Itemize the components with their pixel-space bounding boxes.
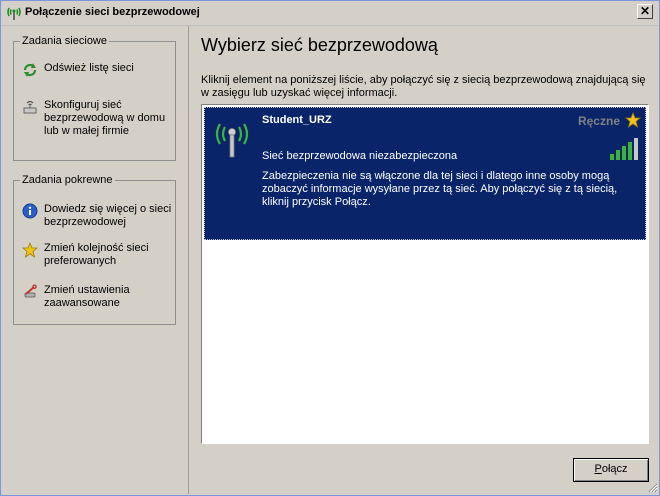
signal-bar: [616, 150, 620, 160]
signal-bar: [622, 146, 626, 160]
preferred-network-star-icon: [625, 112, 641, 128]
learn-about-wireless-link[interactable]: Dowiedz się więcej o sieci bezprzewodowe…: [22, 203, 172, 229]
signal-bar: [628, 142, 632, 160]
network-description: Zabezpieczenia nie są włączone dla tej s…: [262, 170, 618, 208]
change-preferred-order-label: Zmień kolejność sieci preferowanych: [44, 242, 149, 267]
related-tasks-group: Zadania pokrewne Dowiedz się więcej o si…: [13, 174, 176, 325]
signal-strength-icon: [610, 138, 638, 160]
change-advanced-settings-label: Zmień ustawienia zaawansowane: [44, 284, 130, 309]
signal-bar: [634, 138, 638, 160]
window-title: Połączenie sieci bezprzewodowej: [25, 6, 200, 18]
main-content: Wybierz sieć bezprzewodową Kliknij eleme…: [189, 26, 659, 494]
network-tasks-group: Zadania sieciowe Odśwież listę sieci Sko…: [13, 35, 176, 161]
connect-button[interactable]: Połącz: [573, 458, 649, 482]
connect-button-label: ołącz: [601, 463, 628, 475]
signal-bar: [610, 154, 614, 160]
change-preferred-order-link[interactable]: Zmień kolejność sieci preferowanych: [22, 242, 172, 268]
connect-button-accel: P: [594, 463, 602, 475]
related-tasks-title: Zadania pokrewne: [20, 174, 115, 186]
resize-grip-icon[interactable]: [646, 481, 658, 493]
wireless-setup-icon: [23, 100, 37, 114]
setup-wireless-network-link[interactable]: Skonfiguruj sieć bezprzewodową w domu lu…: [22, 99, 172, 138]
title-bar[interactable]: Połączenie sieci bezprzewodowej ✕: [1, 1, 659, 26]
instructions-text: Kliknij element na poniższej liście, aby…: [201, 74, 646, 99]
settings-wrench-icon: [24, 284, 37, 298]
close-icon: ✕: [639, 4, 651, 18]
refresh-icon: [23, 63, 37, 77]
network-list[interactable]: Student_URZ Ręczne Sieć bezprzewodowa ni…: [201, 104, 649, 444]
close-button[interactable]: ✕: [637, 4, 653, 19]
network-ssid: Student_URZ: [262, 114, 332, 126]
refresh-network-list-link[interactable]: Odśwież listę sieci: [22, 62, 172, 78]
refresh-network-list-label: Odśwież listę sieci: [44, 62, 134, 74]
page-title: Wybierz sieć bezprzewodową: [201, 35, 438, 55]
security-status: Sieć bezprzewodowa niezabezpieczona: [262, 150, 458, 162]
network-tasks-title: Zadania sieciowe: [20, 35, 109, 47]
wireless-network-icon: [7, 7, 21, 20]
info-icon: [22, 203, 38, 219]
connection-mode: Ręczne: [577, 114, 620, 128]
wireless-connection-window: Połączenie sieci bezprzewodowej ✕ Zadani…: [0, 0, 660, 496]
wireless-antenna-icon: [215, 123, 249, 158]
network-list-item[interactable]: Student_URZ Ręczne Sieć bezprzewodowa ni…: [204, 107, 646, 240]
star-icon: [22, 242, 38, 258]
setup-wireless-network-label: Skonfiguruj sieć bezprzewodową w domu lu…: [44, 99, 166, 137]
learn-about-wireless-label: Dowiedz się więcej o sieci bezprzewodowe…: [44, 203, 172, 228]
task-pane: Zadania sieciowe Odśwież listę sieci Sko…: [1, 26, 189, 494]
change-advanced-settings-link[interactable]: Zmień ustawienia zaawansowane: [22, 284, 172, 310]
